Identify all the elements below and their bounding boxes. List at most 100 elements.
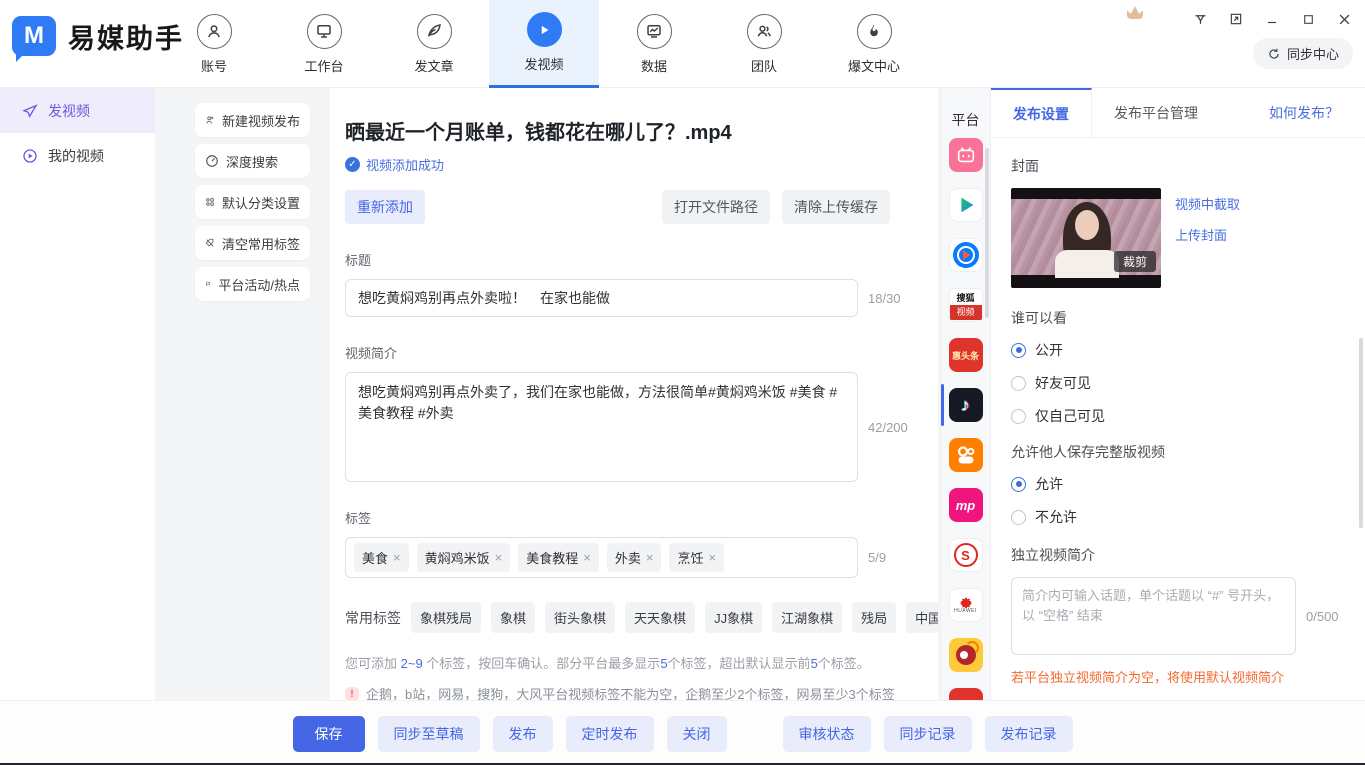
visibility-option-private[interactable]: 仅自己可见 — [1011, 406, 1345, 426]
common-tag[interactable]: 象棋 — [491, 602, 535, 633]
visibility-option-friends[interactable]: 好友可见 — [1011, 373, 1345, 393]
common-tags-row: 常用标签 象棋残局 象棋 街头象棋 天天象棋 JJ象棋 江湖象棋 残局 中国象棋 — [345, 602, 938, 633]
scheduled-publish-button[interactable]: 定时发布 — [566, 716, 654, 752]
platform-icon-sohu-video[interactable]: 搜狐 视频 — [949, 288, 983, 322]
common-tag[interactable]: 残局 — [852, 602, 896, 633]
platform-icon-bilibili[interactable] — [949, 138, 983, 172]
platform-icon-more[interactable] — [949, 688, 983, 700]
remove-tag-icon[interactable] — [583, 550, 591, 565]
clear-upload-cache-button[interactable]: 清除上传缓存 — [782, 190, 890, 224]
nav-item-publish-article[interactable]: 发文章 — [379, 0, 489, 88]
nav-item-data[interactable]: 数据 — [599, 0, 709, 88]
filter-menu-icon[interactable] — [1189, 8, 1211, 30]
common-tag[interactable]: 天天象棋 — [625, 602, 695, 633]
how-to-publish-link[interactable]: 如何发布？ — [1269, 88, 1339, 138]
tags-input[interactable]: 美食 黄焖鸡米饭 美食教程 外卖 烹饪 — [345, 537, 858, 578]
re-add-button[interactable]: 重新添加 — [345, 190, 425, 224]
nav-item-workbench[interactable]: 工作台 — [269, 0, 379, 88]
tags-warning-text: 企鹅，b站，网易，搜狗，大风平台视频标签不能为空，企鹅至少2个标签，网易至少3个… — [366, 684, 895, 700]
desc-textarea[interactable]: 想吃黄焖鸡别再点外卖了，我们在家也能做，方法很简单#黄焖鸡米饭 #美食 #美食教… — [345, 372, 858, 482]
publish-records-button[interactable]: 发布记录 — [985, 716, 1073, 752]
title-input[interactable] — [345, 279, 858, 317]
default-category-settings-button[interactable]: 默认分类设置 — [195, 185, 310, 219]
close-button[interactable]: 关闭 — [667, 716, 727, 752]
save-option-allow[interactable]: 允许 — [1011, 474, 1345, 494]
save-button[interactable]: 保存 — [293, 716, 365, 752]
article-quill-icon — [417, 14, 452, 49]
category-grid-icon — [205, 195, 215, 209]
sync-center-button[interactable]: 同步中心 — [1253, 38, 1353, 69]
platform-icon-tencent-video[interactable] — [949, 188, 983, 222]
platform-icon-dafeng-mp[interactable]: mp — [949, 488, 983, 522]
remove-tag-icon[interactable] — [646, 550, 654, 565]
new-video-publish-button[interactable]: 新建视频发布 — [195, 103, 310, 137]
common-tag[interactable]: 街头象棋 — [545, 602, 615, 633]
save-option-deny[interactable]: 不允许 — [1011, 507, 1345, 527]
platform-activity-button[interactable]: 平台活动/热点 — [195, 267, 310, 301]
workbench-monitor-icon — [307, 14, 342, 49]
nav-label: 账号 — [201, 56, 227, 75]
visibility-option-public[interactable]: 公开 — [1011, 340, 1345, 360]
warning-exclamation-icon — [345, 687, 359, 701]
platform-icon-kuaishou[interactable] — [949, 438, 983, 472]
common-tag[interactable]: 象棋残局 — [411, 602, 481, 633]
upload-status-text: 视频添加成功 — [366, 155, 444, 174]
tags-field-label: 标签 — [345, 508, 938, 527]
action-button-label: 默认分类设置 — [222, 193, 300, 212]
sync-to-draft-button[interactable]: 同步至草稿 — [378, 716, 480, 752]
crop-button[interactable]: 裁剪 — [1114, 251, 1156, 272]
nav-item-account[interactable]: 账号 — [159, 0, 269, 88]
common-tag[interactable]: 江湖象棋 — [772, 602, 842, 633]
cover-thumbnail[interactable]: 裁剪 — [1011, 188, 1161, 288]
close-icon[interactable] — [1333, 8, 1355, 30]
video-filename: 晒最近一个月账单，钱都花在哪儿了？.mp4 — [345, 116, 938, 145]
capture-from-video-link[interactable]: 视频中截取 — [1175, 194, 1240, 213]
minimize-icon[interactable] — [1261, 8, 1283, 30]
common-tag[interactable]: JJ象棋 — [705, 602, 762, 633]
settings-tabs: 发布设置 发布平台管理 如何发布？ — [991, 88, 1365, 138]
open-file-path-button[interactable]: 打开文件路径 — [662, 190, 770, 224]
gauge-icon — [205, 154, 219, 168]
remove-tag-icon[interactable] — [708, 550, 716, 565]
footer-bar: 保存 同步至草稿 发布 定时发布 关闭 审核状态 同步记录 发布记录 — [0, 700, 1365, 765]
file-buttons-row: 重新添加 打开文件路径 清除上传缓存 — [345, 190, 890, 224]
maximize-icon[interactable] — [1297, 8, 1319, 30]
platform-icon-douyin[interactable] — [949, 388, 983, 422]
common-tag[interactable]: 中国象棋 — [906, 602, 938, 633]
desc-field-label: 视频简介 — [345, 343, 938, 362]
clear-common-tags-button[interactable]: 清空常用标签 — [195, 226, 310, 260]
sync-records-button[interactable]: 同步记录 — [884, 716, 972, 752]
remove-tag-icon[interactable] — [495, 550, 503, 565]
action-button-label: 深度搜索 — [226, 152, 278, 171]
tags-warning: 企鹅，b站，网易，搜狗，大风平台视频标签不能为空，企鹅至少2个标签，网易至少3个… — [345, 684, 938, 700]
popout-icon[interactable] — [1225, 8, 1247, 30]
deep-search-button[interactable]: 深度搜索 — [195, 144, 310, 178]
platform-icon-youku[interactable] — [949, 238, 983, 272]
remove-tag-icon[interactable] — [393, 550, 401, 565]
nav-item-hot-center[interactable]: 爆文中心 — [819, 0, 929, 88]
review-status-button[interactable]: 审核状态 — [783, 716, 871, 752]
refresh-icon — [1267, 47, 1281, 61]
nav-item-team[interactable]: 团队 — [709, 0, 819, 88]
independent-desc-textarea[interactable] — [1011, 577, 1296, 655]
sidebar-item-publish-video[interactable]: 发视频 — [0, 88, 155, 133]
main-editor-panel: 晒最近一个月账单，钱都花在哪儿了？.mp4 视频添加成功 重新添加 打开文件路径… — [330, 88, 938, 700]
paper-plane-icon — [22, 103, 38, 119]
publish-button[interactable]: 发布 — [493, 716, 553, 752]
nav-label: 发文章 — [414, 56, 453, 75]
platform-icon-huitoutiao[interactable]: 惠头条 — [949, 338, 983, 372]
tab-platform-management[interactable]: 发布平台管理 — [1092, 88, 1220, 137]
sidebar-item-my-videos[interactable]: 我的视频 — [0, 133, 155, 178]
settings-scrollbar[interactable] — [1359, 338, 1363, 528]
upload-cover-link[interactable]: 上传封面 — [1175, 225, 1240, 244]
nav-item-publish-video[interactable]: 发视频 — [489, 0, 599, 88]
vip-crown-icon — [1127, 6, 1143, 19]
platform-icon-weibo[interactable] — [949, 638, 983, 672]
platform-icon-sogou[interactable]: S — [949, 538, 983, 572]
tab-publish-settings[interactable]: 发布设置 — [991, 88, 1092, 137]
independent-desc-counter: 0/500 — [1306, 609, 1339, 624]
tag-chip: 外卖 — [607, 543, 662, 572]
account-person-icon — [197, 14, 232, 49]
radio-icon — [1011, 510, 1026, 525]
platform-icon-huawei[interactable]: HUAWEI — [949, 588, 983, 622]
